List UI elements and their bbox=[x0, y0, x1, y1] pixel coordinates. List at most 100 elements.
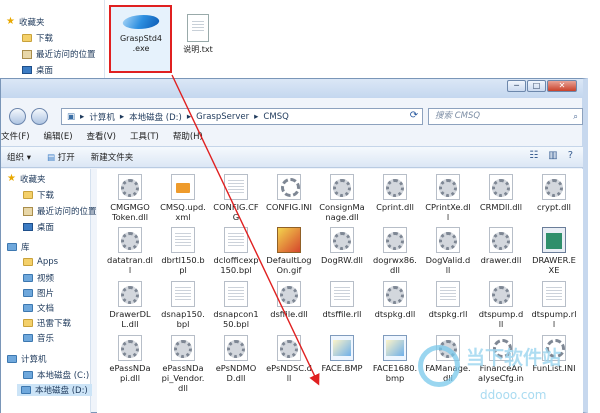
help-icon[interactable]: ? bbox=[568, 150, 573, 161]
address-bar[interactable]: ▣ ▸ 计算机 ▸ 本地磁盘 (D:) ▸ GraspServer ▸ CMSQ bbox=[61, 108, 423, 125]
dll-file-icon bbox=[118, 281, 142, 307]
file-item[interactable]: dsffile.dll bbox=[266, 281, 312, 319]
sidebar-item[interactable]: 桌面 bbox=[23, 221, 54, 233]
search-input[interactable]: 搜索 CMSQ ⌕ bbox=[428, 108, 583, 125]
dll-file-icon bbox=[118, 174, 142, 200]
breadcrumb-separator: ▸ bbox=[186, 111, 192, 122]
file-item[interactable]: FACE1680.bmp bbox=[372, 335, 418, 383]
sidebar-item[interactable]: 本地磁盘 (C:) bbox=[23, 369, 89, 381]
file-item[interactable]: ePassNDapi.dll bbox=[107, 335, 153, 383]
file-name: DefaultLogOn.gif bbox=[266, 255, 312, 275]
file-item[interactable]: dtspkg.rll bbox=[425, 281, 471, 319]
menu-tools[interactable]: 工具(T) bbox=[130, 129, 159, 145]
open-button[interactable]: ▤ 打开 bbox=[47, 151, 75, 163]
search-icon[interactable]: ⌕ bbox=[573, 110, 578, 125]
menu-help[interactable]: 帮助(H) bbox=[173, 129, 203, 145]
file-item[interactable]: CPrintXe.dll bbox=[425, 174, 471, 222]
sidebar-item[interactable]: ★ 收藏夹 bbox=[7, 173, 45, 186]
breadcrumb-drive-d[interactable]: 本地磁盘 (D:) bbox=[129, 111, 182, 123]
new-folder-button[interactable]: 新建文件夹 bbox=[91, 151, 134, 163]
file-item[interactable]: dbrtl150.bpl bbox=[160, 227, 206, 275]
file-item[interactable]: dogrwx86.dll bbox=[372, 227, 418, 275]
file-item[interactable]: dsnap150.bpl bbox=[160, 281, 206, 329]
preview-pane-icon[interactable]: ▥ bbox=[548, 150, 557, 161]
file-item[interactable]: CONFIG.CFG bbox=[213, 174, 259, 222]
watermark-logo bbox=[418, 345, 460, 387]
maximize-button[interactable]: □ bbox=[527, 80, 546, 92]
dll-file-icon bbox=[383, 174, 407, 200]
file-item[interactable]: FACE.BMP bbox=[319, 335, 365, 373]
picture-icon bbox=[23, 289, 33, 297]
organize-button[interactable]: 组织 ▾ bbox=[7, 151, 31, 163]
view-options-icon[interactable]: ☷ bbox=[529, 150, 538, 161]
dll-file-icon bbox=[118, 227, 142, 253]
breadcrumb-computer[interactable]: 计算机 bbox=[89, 111, 115, 123]
file-item[interactable]: dtspump.dll bbox=[478, 281, 524, 329]
file-item[interactable]: dclofficexp150.bpl bbox=[213, 227, 259, 275]
sidebar-item[interactable]: 本地磁盘 (D:) bbox=[17, 384, 92, 396]
doc-file-icon bbox=[542, 281, 566, 307]
file-item[interactable]: CRMDll.dll bbox=[478, 174, 524, 212]
file-item[interactable]: ePsNDSC.dll bbox=[266, 335, 312, 383]
sidebar-item[interactable]: 迅雷下载 bbox=[23, 317, 71, 329]
title-bar[interactable]: ─ □ ✕ bbox=[1, 79, 583, 98]
sidebar-item[interactable]: 视频 bbox=[23, 272, 54, 284]
file-name: FACE1680.bmp bbox=[372, 363, 418, 383]
doc-file-icon bbox=[330, 281, 354, 307]
sidebar-item[interactable]: 下载 bbox=[23, 189, 54, 201]
sidebar-item[interactable]: Apps bbox=[23, 257, 58, 267]
file-readme-txt[interactable]: 说明.txt bbox=[178, 14, 218, 55]
refresh-icon[interactable]: ⟳ bbox=[405, 108, 423, 125]
sidebar-item-desktop[interactable]: 桌面 bbox=[22, 64, 53, 76]
sidebar-item[interactable]: 音乐 bbox=[23, 332, 54, 344]
file-item[interactable]: dtspkg.dll bbox=[372, 281, 418, 319]
file-item[interactable]: datatran.dll bbox=[107, 227, 153, 275]
sidebar-item[interactable]: 图片 bbox=[23, 287, 54, 299]
file-item[interactable]: CMSQ.upd.xml bbox=[160, 174, 206, 222]
file-item[interactable]: DogRW.dll bbox=[319, 227, 365, 265]
watermark-text: 当下软件站 bbox=[466, 347, 562, 369]
sidebar-item[interactable]: 库 bbox=[7, 241, 30, 253]
file-item[interactable]: dtsffile.rll bbox=[319, 281, 365, 319]
dll-file-icon bbox=[171, 335, 195, 361]
dll-file-icon bbox=[489, 281, 513, 307]
breadcrumb-graspserver[interactable]: GraspServer bbox=[196, 112, 249, 122]
file-item[interactable]: Cprint.dll bbox=[372, 174, 418, 212]
file-item[interactable]: crypt.dll bbox=[531, 174, 577, 212]
file-item[interactable]: CONFIG.INI bbox=[266, 174, 312, 212]
back-button[interactable] bbox=[9, 108, 26, 125]
file-item[interactable]: CMGMGO Token.dll bbox=[107, 174, 153, 222]
sidebar-item-downloads[interactable]: 下载 bbox=[22, 32, 53, 44]
file-item[interactable]: ePassNDapi_Vendor.dll bbox=[160, 335, 206, 393]
doc-file-icon bbox=[224, 281, 248, 307]
forward-button[interactable] bbox=[31, 108, 48, 125]
menu-view[interactable]: 查看(V) bbox=[87, 129, 116, 145]
file-name: dbrtl150.bpl bbox=[161, 255, 205, 275]
file-item[interactable]: dsnapcon150.bpl bbox=[213, 281, 259, 329]
file-item[interactable]: DRAWER.EXE bbox=[531, 227, 577, 275]
file-graspstd4-exe[interactable]: GraspStd4 .exe bbox=[113, 9, 169, 54]
file-item[interactable]: DogValid.dll bbox=[425, 227, 471, 275]
file-item[interactable]: ePsNDMOD.dll bbox=[213, 335, 259, 383]
file-item[interactable]: DrawerDLL.dll bbox=[107, 281, 153, 329]
sidebar-item[interactable]: 计算机 bbox=[7, 353, 47, 365]
file-item[interactable]: ConsignManage.dll bbox=[319, 174, 365, 222]
close-button[interactable]: ✕ bbox=[547, 80, 577, 92]
file-item[interactable]: DefaultLogOn.gif bbox=[266, 227, 312, 275]
sidebar-item[interactable]: 最近访问的位置 bbox=[23, 205, 97, 217]
file-name: CPrintXe.dll bbox=[425, 202, 471, 222]
sidebar-item-favorites[interactable]: ★ 收藏夹 bbox=[6, 16, 44, 29]
breadcrumb-cmsq[interactable]: CMSQ bbox=[263, 112, 288, 122]
dll-file-icon bbox=[277, 281, 301, 307]
menu-file[interactable]: 文件(F) bbox=[1, 129, 30, 145]
menu-edit[interactable]: 编辑(E) bbox=[44, 129, 73, 145]
minimize-button[interactable]: ─ bbox=[507, 80, 526, 92]
dll-file-icon bbox=[330, 174, 354, 200]
file-name: DrawerDLL.dll bbox=[109, 309, 151, 329]
file-item[interactable]: drawer.dll bbox=[478, 227, 524, 265]
text-file-icon bbox=[187, 14, 209, 42]
sidebar-item[interactable]: 文档 bbox=[23, 302, 54, 314]
file-item[interactable]: dtspump.rll bbox=[531, 281, 577, 329]
sidebar-item-recent[interactable]: 最近访问的位置 bbox=[22, 48, 96, 60]
folder-icon bbox=[22, 34, 32, 42]
